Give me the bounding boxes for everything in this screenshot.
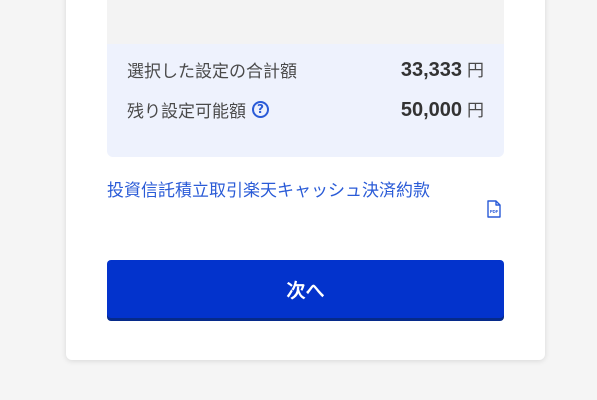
fund-list-area: [107, 0, 504, 44]
remaining-amount: 50,000: [400, 99, 462, 121]
terms-pdf-link[interactable]: 投資信託積立取引楽天キャッシュ決済約款: [107, 176, 477, 206]
help-icon[interactable]: ?: [252, 100, 269, 118]
remaining-unit: 円: [467, 101, 484, 121]
selected-total-label: 選択した設定の合計額: [127, 61, 297, 82]
remaining-label-group: 残り設定可能額 ?: [127, 97, 269, 122]
remaining-value: 50,000 円: [401, 96, 484, 122]
pdf-icon-label: PDF: [490, 209, 499, 214]
selected-total-value: 33,333 円: [401, 56, 484, 82]
settings-card: 選択した設定の合計額 33,333 円 残り設定可能額 ? 50,000 円 投…: [66, 0, 545, 360]
selected-total-unit: 円: [467, 61, 484, 81]
next-button[interactable]: 次へ: [107, 260, 504, 318]
selected-total-amount: 33,333: [400, 59, 462, 81]
selected-total-row: 選択した設定の合計額 33,333 円: [127, 54, 484, 84]
pdf-icon[interactable]: PDF: [486, 200, 502, 218]
remaining-label: 残り設定可能額: [127, 101, 246, 122]
amount-summary: 選択した設定の合計額 33,333 円 残り設定可能額 ? 50,000 円: [107, 44, 504, 157]
remaining-row: 残り設定可能額 ? 50,000 円: [127, 94, 484, 124]
